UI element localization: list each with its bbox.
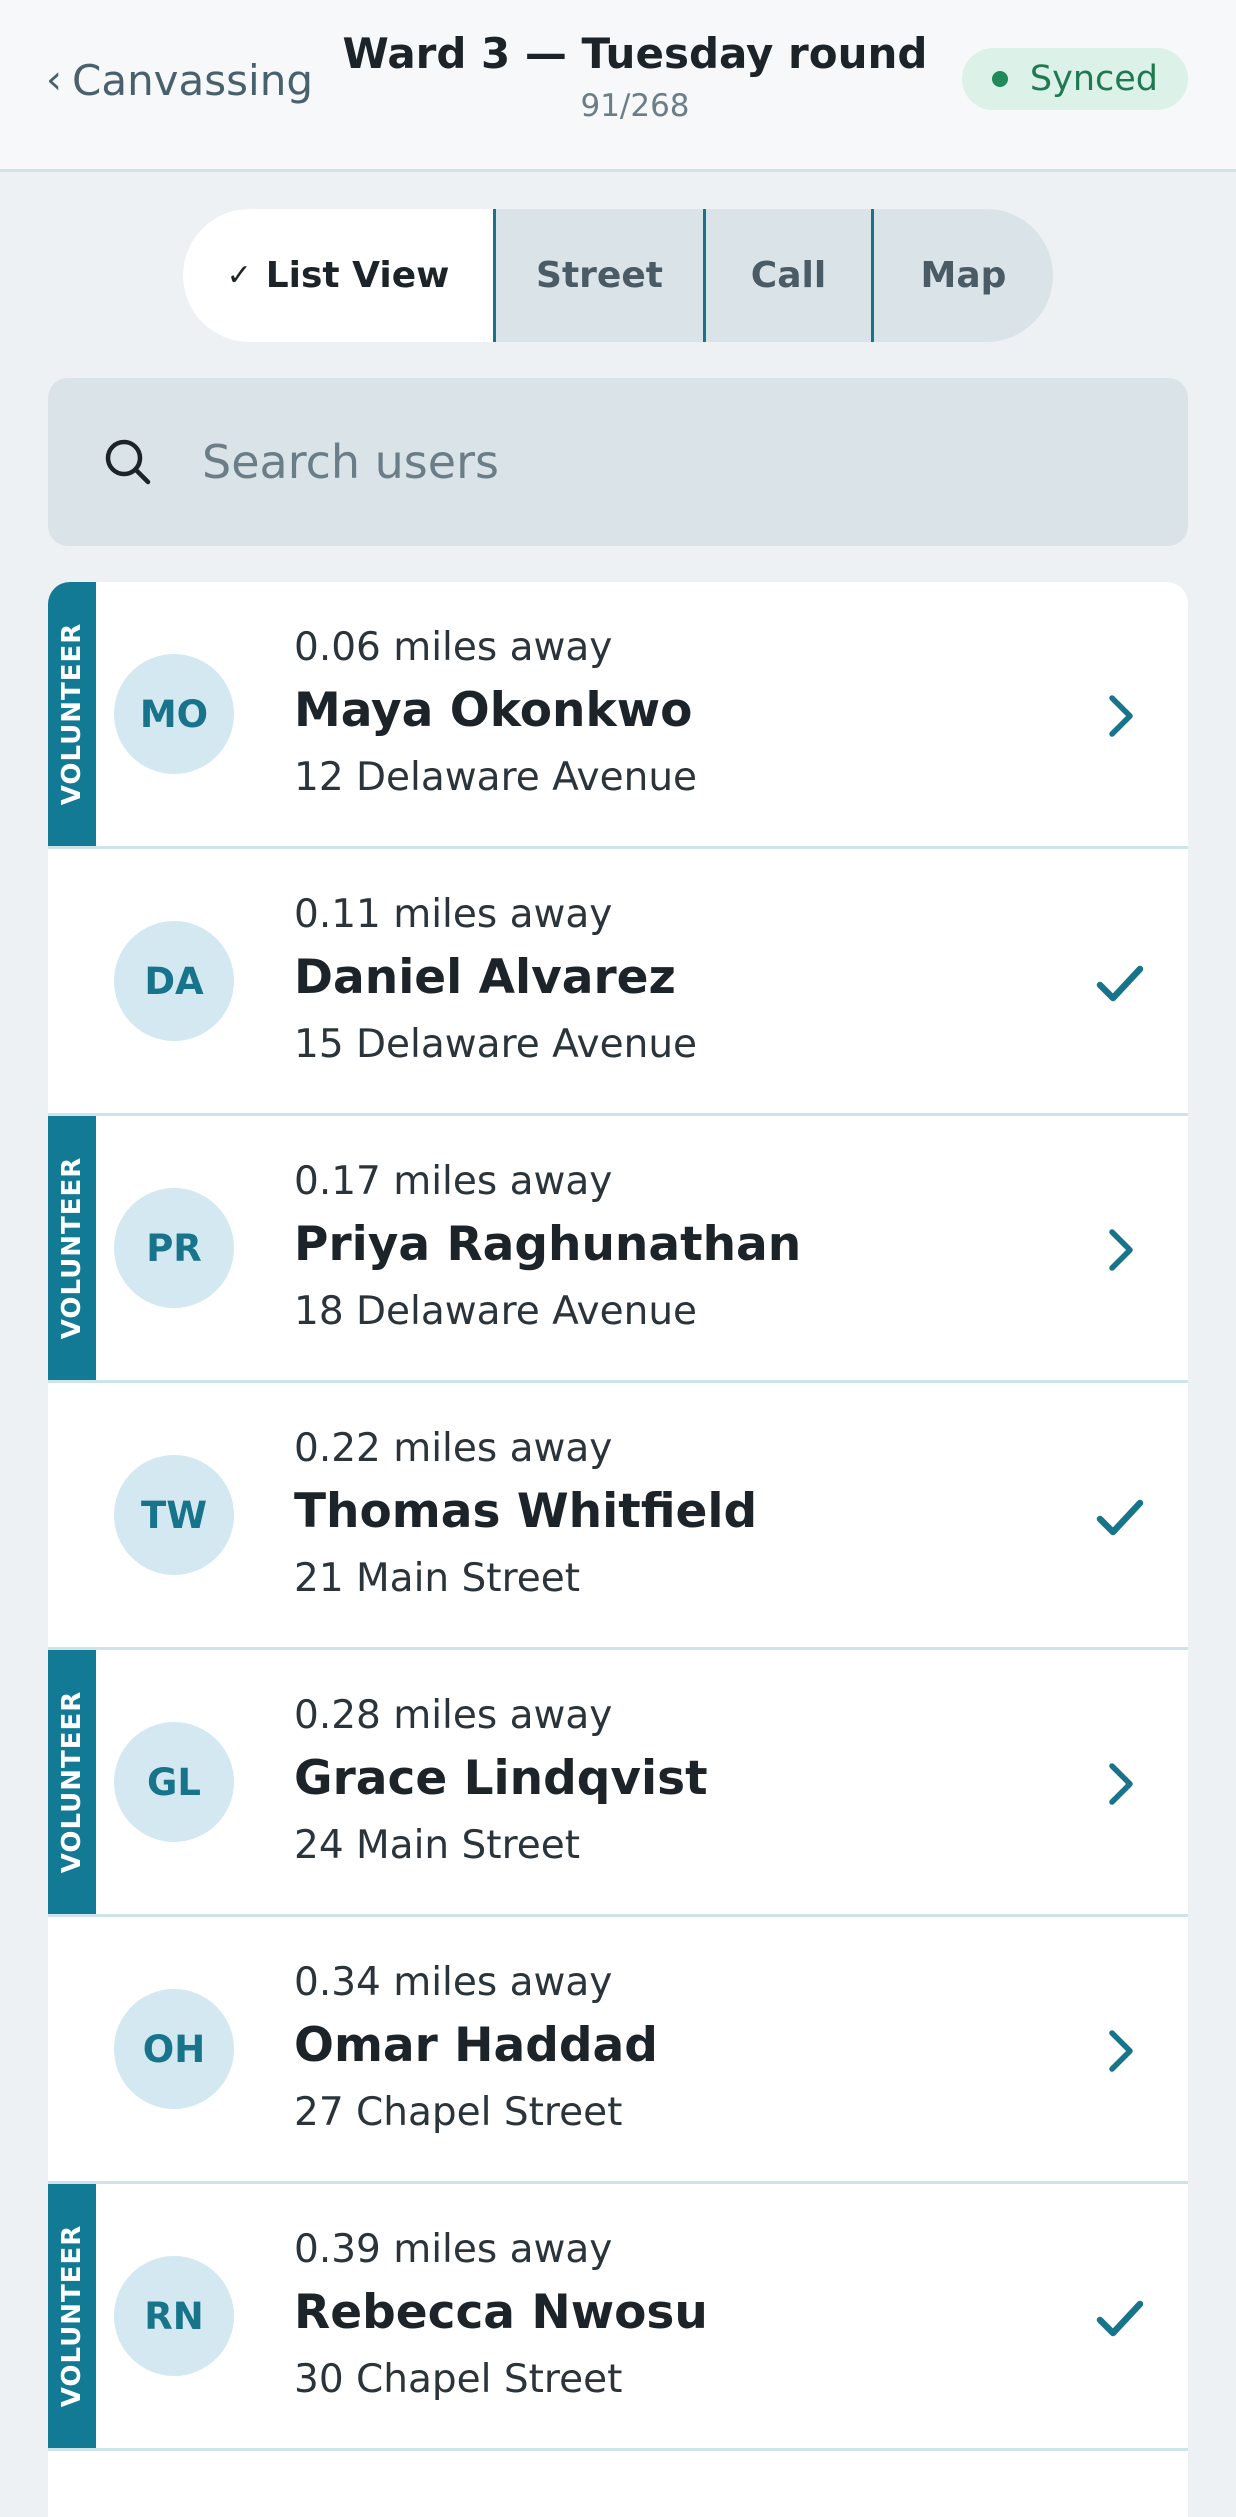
contact-name: Priya Raghunathan xyxy=(294,1217,802,1272)
view-switcher: ✓ List View Street Call Map xyxy=(183,209,1053,342)
contact-distance: 0.06 miles away xyxy=(294,625,613,670)
contact-row[interactable]: VOLUNTEER PR 0.17 miles away Priya Raghunat… xyxy=(48,1116,1188,1383)
tab-label: Call xyxy=(750,255,827,296)
check-icon[interactable] xyxy=(1092,955,1148,1011)
contact-info: 0.22 miles away Thomas Whitfield 21 Main S… xyxy=(294,1421,757,1611)
contact-name: Thomas Whitfield xyxy=(294,1484,758,1539)
contact-address: 21 Main Street xyxy=(294,1556,581,1601)
contact-address: 27 Chapel Street xyxy=(294,2090,623,2135)
page-title: Ward 3 — Tuesday round xyxy=(342,29,928,78)
search-icon xyxy=(105,439,151,485)
volunteer-tag: VOLUNTEER xyxy=(48,1650,96,1914)
sync-status-badge: Synced xyxy=(961,48,1188,110)
contact-info: 0.34 miles away Omar Haddad 27 Chapel Stre… xyxy=(294,1955,658,2145)
check-icon[interactable] xyxy=(1092,1489,1148,1545)
volunteer-tag-label: VOLUNTEER xyxy=(57,2224,87,2408)
contact-name: Grace Lindqvist xyxy=(294,1751,708,1806)
volunteer-tag-label: VOLUNTEER xyxy=(57,1156,87,1340)
search-input[interactable] xyxy=(202,418,1102,506)
status-dot-icon xyxy=(991,71,1008,87)
contact-distance: 0.34 miles away xyxy=(294,1960,613,2005)
chevron-right-icon[interactable] xyxy=(1092,1756,1148,1812)
volunteer-tag-label: VOLUNTEER xyxy=(57,1690,87,1874)
tab-label: Street xyxy=(536,255,663,296)
contact-row[interactable]: OH 0.34 miles away Omar Haddad 27 Chapel St… xyxy=(48,1917,1188,2184)
search-bar xyxy=(48,378,1188,546)
sync-status-label: Synced xyxy=(1029,59,1158,99)
contact-info: 0.28 miles away Grace Lindqvist 24 Main St… xyxy=(294,1688,708,1878)
contact-distance: 0.39 miles away xyxy=(294,2227,613,2272)
avatar: OH xyxy=(114,1989,234,2109)
contact-info: 0.06 miles away Maya Okonkwo 12 Delaware A… xyxy=(294,620,697,810)
contact-distance: 0.17 miles away xyxy=(294,1159,613,1204)
volunteer-tag: VOLUNTEER xyxy=(48,2184,96,2448)
contact-address: 12 Delaware Avenue xyxy=(294,755,698,800)
check-icon: ✓ xyxy=(226,258,252,293)
check-icon[interactable] xyxy=(1092,2290,1148,2346)
chevron-right-icon[interactable] xyxy=(1092,2023,1148,2079)
contact-list: VOLUNTEER MO 0.06 miles away Maya Okonkwo 12… xyxy=(48,582,1188,2517)
contact-info: 0.11 miles away Daniel Alvarez 15 Delaware… xyxy=(294,887,697,1077)
volunteer-tag: VOLUNTEER xyxy=(48,1116,96,1380)
top-bar: ‹ Canvassing Ward 3 — Tuesday round 91/2… xyxy=(0,0,1236,172)
volunteer-tag: VOLUNTEER xyxy=(48,582,96,846)
chevron-left-icon: ‹ xyxy=(46,57,62,103)
avatar: GL xyxy=(114,1722,234,1842)
contact-row[interactable]: DA 0.11 miles away Daniel Alvarez 15 Delawa… xyxy=(48,849,1188,1116)
contact-name: Omar Haddad xyxy=(294,2018,658,2073)
contact-name: Daniel Alvarez xyxy=(294,950,676,1005)
back-button[interactable]: ‹ Canvassing xyxy=(46,50,313,110)
avatar: DA xyxy=(114,921,234,1041)
avatar: PR xyxy=(114,1188,234,1308)
contact-address: 24 Main Street xyxy=(294,1823,581,1868)
contact-name: Maya Okonkwo xyxy=(294,683,693,738)
contact-distance: 0.28 miles away xyxy=(294,1693,613,1738)
volunteer-tag-label: VOLUNTEER xyxy=(57,622,87,806)
avatar: TW xyxy=(114,1455,234,1575)
back-label: Canvassing xyxy=(72,55,313,105)
avatar: RN xyxy=(114,2256,234,2376)
contact-address: 15 Delaware Avenue xyxy=(294,1022,698,1067)
contact-name: Rebecca Nwosu xyxy=(294,2285,708,2340)
chevron-right-icon[interactable] xyxy=(1092,1222,1148,1278)
avatar: MO xyxy=(114,654,234,774)
contact-row[interactable]: VOLUNTEER RN 0.39 miles away Rebecca Nwosu 3… xyxy=(48,2184,1188,2451)
contact-row[interactable]: VOLUNTEER GL 0.28 miles away Grace Lindqvis… xyxy=(48,1650,1188,1917)
progress-count: 91/268 xyxy=(580,88,690,124)
tab-list-view[interactable]: ✓ List View xyxy=(183,209,493,342)
tab-call[interactable]: Call xyxy=(703,209,871,342)
tab-street[interactable]: Street xyxy=(493,209,703,342)
contact-row[interactable]: VOLUNTEER MO 0.06 miles away Maya Okonkwo 12… xyxy=(48,582,1188,849)
contact-address: 30 Chapel Street xyxy=(294,2357,623,2402)
tab-label: List View xyxy=(265,255,450,296)
contact-info: 0.17 miles away Priya Raghunathan 18 Delaw… xyxy=(294,1154,801,1344)
tab-label: Map xyxy=(920,255,1007,296)
tab-map[interactable]: Map xyxy=(871,209,1053,342)
contact-distance: 0.11 miles away xyxy=(294,892,613,937)
contact-row[interactable]: TW 0.22 miles away Thomas Whitfield 21 Main… xyxy=(48,1383,1188,1650)
contact-distance: 0.22 miles away xyxy=(294,1426,613,1471)
contact-info: 0.39 miles away Rebecca Nwosu 30 Chapel St… xyxy=(294,2222,708,2412)
title-block: Ward 3 — Tuesday round 91/268 xyxy=(330,22,940,126)
contact-address: 18 Delaware Avenue xyxy=(294,1289,698,1334)
chevron-right-icon[interactable] xyxy=(1092,688,1148,744)
